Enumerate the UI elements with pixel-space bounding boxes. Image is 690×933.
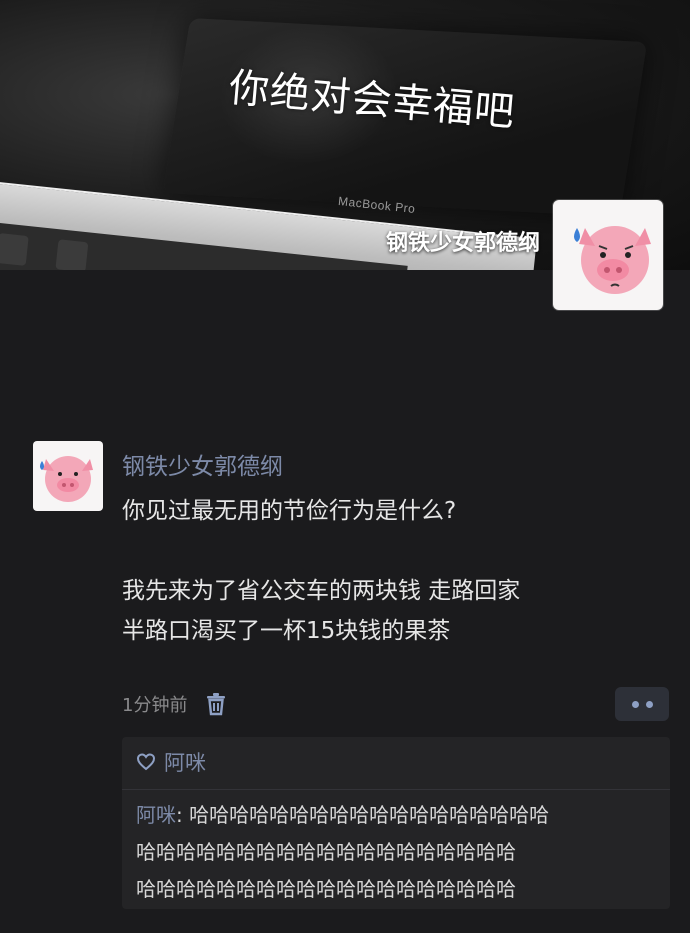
profile-avatar[interactable]: [553, 200, 663, 310]
comment-separator: :: [176, 803, 190, 827]
like-user-name[interactable]: 阿咪: [164, 747, 206, 777]
post-line: 我先来为了省公交车的两块钱 走路回家: [122, 578, 521, 604]
comment-author[interactable]: 阿咪: [136, 803, 176, 827]
post-meta: 1分钟前: [122, 687, 227, 721]
more-dots-icon: [631, 700, 639, 708]
post-avatar[interactable]: [33, 441, 103, 511]
post-author-name[interactable]: 钢铁少女郭德纲: [122, 447, 283, 481]
post-time: 1分钟前: [122, 695, 188, 716]
post-line: 半路口渴买了一杯15块钱的果茶: [122, 618, 451, 644]
post-line: 你见过最无用的节俭行为是什么?: [122, 498, 457, 524]
divider: [122, 789, 670, 790]
comment-text: 哈哈哈哈哈哈哈哈哈哈哈哈哈哈哈哈哈哈哈: [136, 840, 516, 864]
likes-comments-panel: 阿咪 阿咪: 哈哈哈哈哈哈哈哈哈哈哈哈哈哈哈哈哈哈 哈哈哈哈哈哈哈哈哈哈哈哈哈哈…: [122, 737, 670, 909]
likes-row: 阿咪: [136, 747, 206, 777]
moments-page: MacBook Pro 你绝对会幸福吧 钢铁少女郭德纲 钢铁少女郭德纲 你见过最…: [0, 0, 690, 933]
pig-avatar-icon: [40, 456, 93, 502]
comment-text: 哈哈哈哈哈哈哈哈哈哈哈哈哈哈哈哈哈哈: [189, 803, 550, 827]
more-options-button[interactable]: [615, 687, 669, 721]
pig-avatar-icon: [574, 226, 651, 294]
heart-icon: [136, 753, 156, 771]
comment-item[interactable]: 阿咪: 哈哈哈哈哈哈哈哈哈哈哈哈哈哈哈哈哈哈 哈哈哈哈哈哈哈哈哈哈哈哈哈哈哈哈哈…: [136, 797, 666, 908]
trash-icon[interactable]: [205, 692, 227, 716]
comment-text: 哈哈哈哈哈哈哈哈哈哈哈哈哈哈哈哈哈哈哈: [136, 877, 516, 901]
profile-name[interactable]: 钢铁少女郭德纲: [386, 225, 540, 257]
post-text: 你见过最无用的节俭行为是什么? 我先来为了省公交车的两块钱 走路回家 半路口渴买…: [122, 491, 662, 651]
